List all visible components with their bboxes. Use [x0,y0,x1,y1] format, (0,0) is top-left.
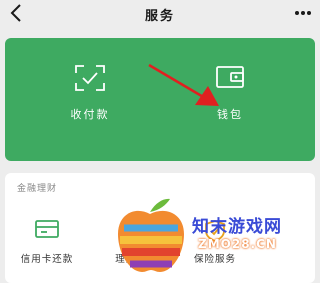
watermark: 知末游戏网 ZMO28.CN [110,188,320,277]
more-dots-icon [295,11,311,15]
wallet-icon [216,66,244,88]
top-bar: 服务 [0,0,320,28]
credit-card-icon [35,220,59,238]
more-button[interactable] [292,3,314,23]
credit-card-repayment-item[interactable]: 信用卡还款 [7,215,87,275]
wallet-label: 钱包 [217,108,243,121]
receive-pay-label: 收付款 [70,108,110,121]
receive-pay-tile[interactable]: 收付款 [25,38,155,161]
page-title: 服务 [144,9,175,24]
watermark-domain: ZMO28.CN [198,237,277,251]
watermark-text: 知末游戏网 [192,217,282,237]
credit-card-label: 信用卡还款 [20,254,74,265]
scan-frame-icon [75,65,105,91]
wallet-tile[interactable]: 钱包 [165,38,295,161]
payment-card: 收付款 钱包 [5,38,315,161]
apple-logo-icon [118,198,184,272]
section-title: 金融理财 [17,184,58,194]
